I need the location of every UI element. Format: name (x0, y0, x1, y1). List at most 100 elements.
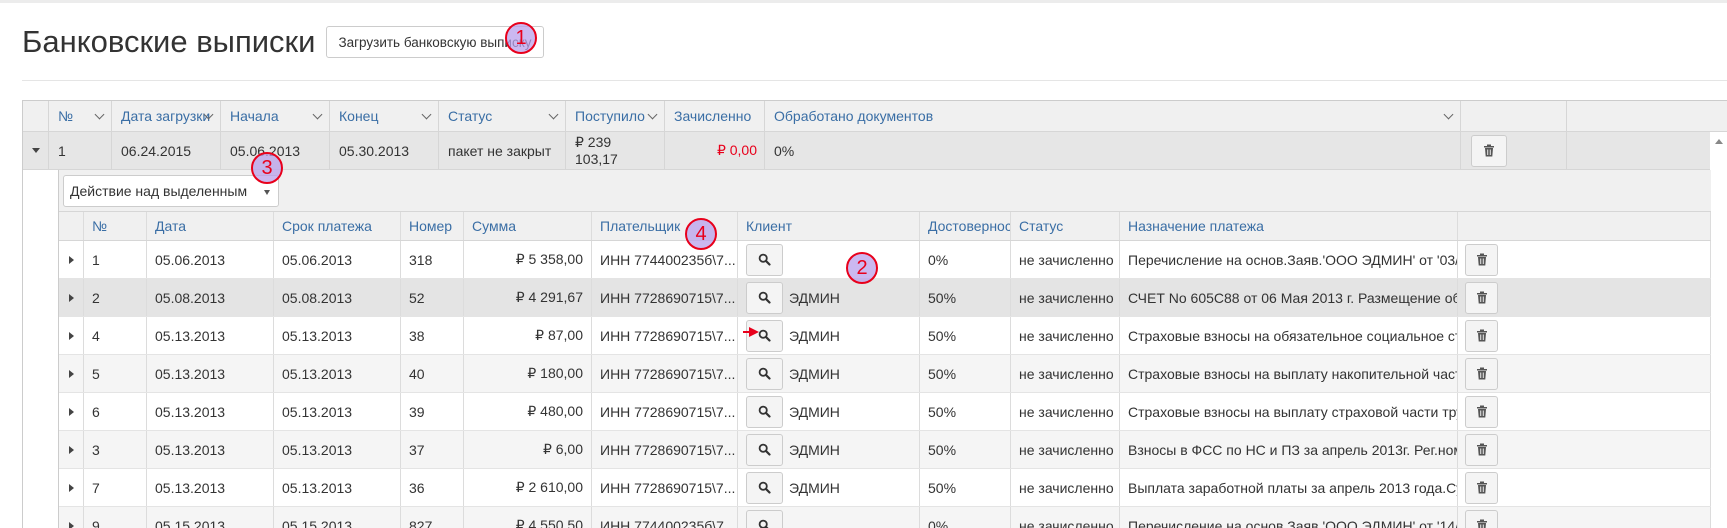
column-header-upload-date[interactable]: Дата загрузки (112, 101, 221, 131)
column-header-due-date[interactable]: Срок платежа (274, 212, 401, 240)
find-client-button[interactable] (746, 357, 783, 390)
column-header-received[interactable]: Поступило (566, 101, 665, 131)
payment-client: ЭДМИН (738, 469, 920, 506)
trash-icon (1476, 519, 1487, 528)
payment-row[interactable]: 5 05.13.2013 05.13.2013 40 ₽ 180,00 ИНН 77286… (59, 355, 1711, 393)
payment-confidence: 50% (920, 279, 1011, 316)
delete-payment-button[interactable] (1465, 319, 1498, 352)
delete-payment-button[interactable] (1465, 433, 1498, 466)
column-header-number[interactable]: № (49, 101, 112, 131)
payment-payer: ИНН 774400235б\7... (592, 241, 738, 278)
delete-payment-button[interactable] (1465, 395, 1498, 428)
payment-status: не зачисленно (1011, 317, 1120, 354)
callout-4-arrowhead (749, 327, 759, 337)
payment-purpose: Страховые взносы на выплату страховой ча… (1120, 393, 1458, 430)
divider (22, 80, 1727, 81)
payment-row[interactable]: 1 05.06.2013 05.06.2013 318 ₽ 5 358,00 ИНН 77… (59, 241, 1711, 279)
column-header-client[interactable]: Клиент (738, 212, 920, 240)
client-picker: ЭДМИН (746, 471, 840, 504)
payment-sum: ₽ 87,00 (464, 317, 592, 354)
payment-confidence: 0% (920, 241, 1011, 278)
column-header-end[interactable]: Конец (330, 101, 439, 131)
statement-details-panel: Действие над выделенным № Дата Срок плат… (58, 170, 1711, 528)
expand-column-header (59, 212, 84, 240)
vertical-scrollbar[interactable] (1710, 132, 1727, 528)
client-picker: ЭДМИН (746, 281, 840, 314)
column-header-sum[interactable]: Сумма (464, 212, 592, 240)
column-header-date[interactable]: Дата (147, 212, 274, 240)
payment-confidence: 50% (920, 317, 1011, 354)
payment-status: не зачисленно (1011, 393, 1120, 430)
row-expander[interactable] (59, 279, 84, 316)
delete-payment-button[interactable] (1465, 357, 1498, 390)
payment-actions (1458, 507, 1711, 528)
row-expander[interactable] (59, 355, 84, 392)
actions-column-header (1461, 101, 1567, 131)
chevron-down-icon (312, 109, 323, 120)
payment-row[interactable]: 7 05.13.2013 05.13.2013 36 ₽ 2 610,00 ИНН 772… (59, 469, 1711, 507)
payment-purpose: Страховые взносы на обязательное социаль… (1120, 317, 1458, 354)
chevron-down-icon (548, 109, 559, 120)
payment-purpose: СЧЕТ No 605С88 от 06 Мая 2013 г. Размеще… (1120, 279, 1458, 316)
delete-payment-button[interactable] (1465, 509, 1498, 528)
delete-payment-button[interactable] (1465, 243, 1498, 276)
caret-right-icon (68, 331, 74, 340)
find-client-button[interactable] (746, 281, 783, 314)
payment-payer: ИНН 774400235б\7... (592, 507, 738, 528)
row-expander[interactable] (59, 431, 84, 468)
payment-due-date: 05.15.2013 (274, 507, 401, 528)
row-expander[interactable] (59, 317, 84, 354)
payment-confidence: 50% (920, 355, 1011, 392)
find-client-button[interactable] (746, 433, 783, 466)
payment-doc-number: 318 (401, 241, 464, 278)
bulk-action-select[interactable]: Действие над выделенным (63, 175, 279, 207)
row-expander[interactable] (59, 507, 84, 528)
caret-right-icon (68, 483, 74, 492)
delete-payment-button[interactable] (1465, 471, 1498, 504)
search-icon (758, 291, 771, 304)
payment-row[interactable]: 9 05.15.2013 05.15.2013 827 ₽ 4 550,50 ИНН 77… (59, 507, 1711, 528)
find-client-button[interactable] (746, 395, 783, 428)
column-header-status[interactable]: Статус (1011, 212, 1120, 240)
trash-icon (1476, 329, 1487, 342)
column-header-status[interactable]: Статус (439, 101, 566, 131)
payment-number: 7 (84, 469, 147, 506)
payment-row[interactable]: 3 05.13.2013 05.13.2013 37 ₽ 6,00 ИНН 7728690… (59, 431, 1711, 469)
client-picker: ЭДМИН (746, 433, 840, 466)
search-icon (758, 519, 769, 528)
trash-icon (1476, 443, 1487, 456)
payment-row[interactable]: 6 05.13.2013 05.13.2013 39 ₽ 480,00 ИНН 77286… (59, 393, 1711, 431)
client-picker (746, 243, 789, 276)
row-expander[interactable] (59, 241, 84, 278)
search-icon (758, 481, 771, 494)
payment-doc-number: 39 (401, 393, 464, 430)
payment-status: не зачисленно (1011, 279, 1120, 316)
payment-due-date: 05.13.2013 (274, 431, 401, 468)
column-header-confidence[interactable]: Достоверность (920, 212, 1011, 240)
column-header-number[interactable]: № (84, 212, 147, 240)
payment-row[interactable]: 4 05.13.2013 05.13.2013 38 ₽ 87,00 ИНН 772869… (59, 317, 1711, 355)
find-client-button[interactable] (746, 471, 783, 504)
column-header-start[interactable]: Начала (221, 101, 330, 131)
caret-right-icon (68, 521, 74, 528)
payment-purpose: Взносы в ФСС по НС и ПЗ за апрель 2013г.… (1120, 431, 1458, 468)
column-header-credited[interactable]: Зачисленно (665, 101, 765, 131)
delete-statement-button[interactable] (1471, 134, 1507, 167)
find-client-button[interactable] (746, 509, 783, 528)
payment-row[interactable]: 2 05.08.2013 05.08.2013 52 ₽ 4 291,67 ИНН 772… (59, 279, 1711, 317)
row-expander[interactable] (23, 132, 49, 169)
column-header-doc-number[interactable]: Номер (401, 212, 464, 240)
payment-due-date: 05.08.2013 (274, 279, 401, 316)
column-header-purpose[interactable]: Назначение платежа (1120, 212, 1458, 240)
column-header-processed[interactable]: Обработано документов (765, 101, 1461, 131)
statement-actions (1461, 132, 1567, 169)
delete-payment-button[interactable] (1465, 281, 1498, 314)
row-expander[interactable] (59, 393, 84, 430)
row-expander[interactable] (59, 469, 84, 506)
payment-date: 05.13.2013 (147, 317, 274, 354)
payment-status: не зачисленно (1011, 355, 1120, 392)
trash-icon (1476, 481, 1487, 494)
find-client-button[interactable] (746, 243, 783, 276)
payment-actions (1458, 317, 1711, 354)
payment-due-date: 05.13.2013 (274, 355, 401, 392)
